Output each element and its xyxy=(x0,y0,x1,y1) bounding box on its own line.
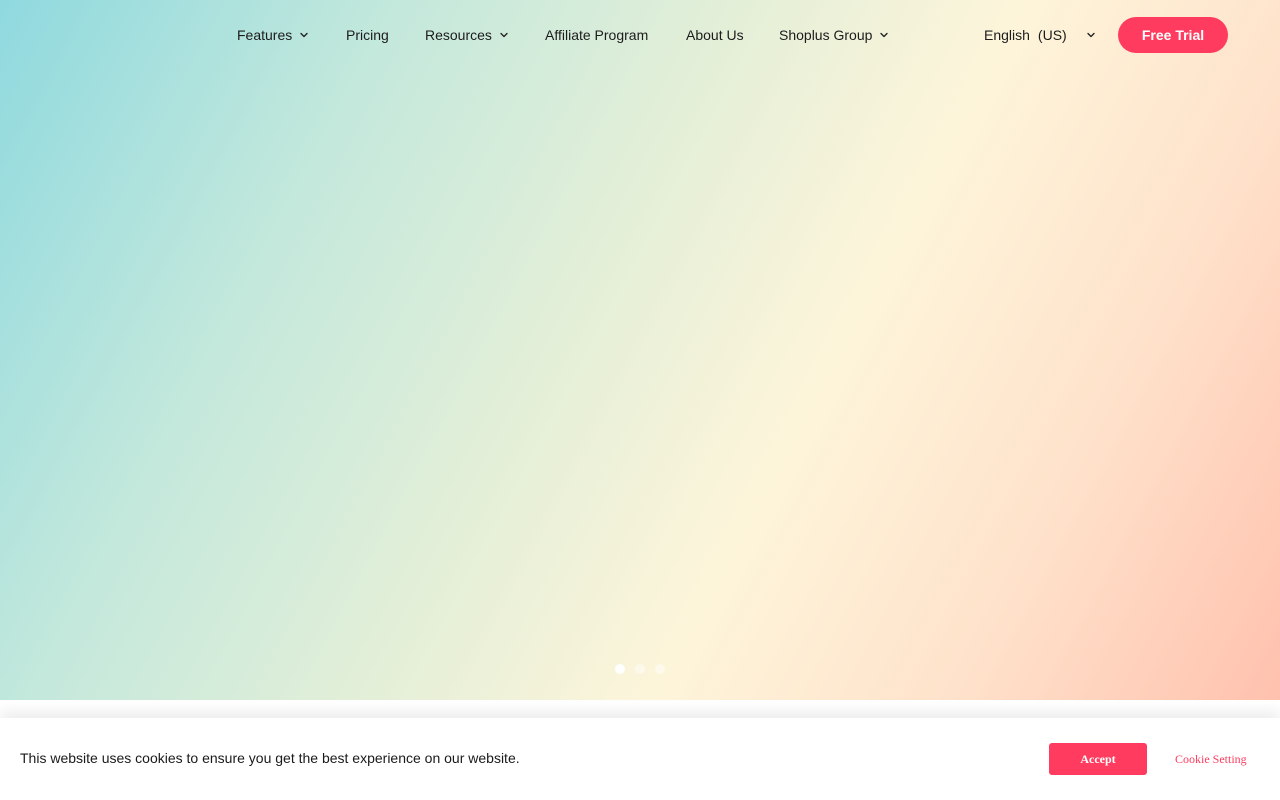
hero-banner: Features Pricing Resources Affiliate Pro… xyxy=(0,0,1280,700)
chevron-down-icon xyxy=(498,29,510,41)
nav-item-label: About Us xyxy=(686,27,744,43)
top-navigation: Features Pricing Resources Affiliate Pro… xyxy=(0,0,1280,70)
chevron-down-icon xyxy=(1085,29,1097,41)
chevron-down-icon xyxy=(878,29,890,41)
nav-item-features[interactable]: Features xyxy=(237,24,310,46)
cookie-message: This website uses cookies to ensure you … xyxy=(20,750,520,766)
nav-item-resources[interactable]: Resources xyxy=(425,24,510,46)
cookie-setting-link[interactable]: Cookie Setting xyxy=(1175,752,1247,767)
carousel-dot[interactable] xyxy=(655,664,665,674)
nav-item-about-us[interactable]: About Us xyxy=(686,24,744,46)
cookie-banner: This website uses cookies to ensure you … xyxy=(0,718,1280,800)
chevron-down-icon xyxy=(298,29,310,41)
nav-item-label: Pricing xyxy=(346,27,389,43)
language-label: English xyxy=(984,27,1030,43)
free-trial-button[interactable]: Free Trial xyxy=(1118,17,1228,53)
nav-item-shoplus-group[interactable]: Shoplus Group xyxy=(779,24,890,46)
language-selector[interactable]: English (US) xyxy=(984,24,1097,46)
nav-item-pricing[interactable]: Pricing xyxy=(346,24,389,46)
nav-item-label: Shoplus Group xyxy=(779,27,873,43)
nav-item-affiliate-program[interactable]: Affiliate Program xyxy=(545,24,648,46)
carousel-pagination xyxy=(615,664,665,674)
nav-item-label: Resources xyxy=(425,27,492,43)
language-region: (US) xyxy=(1037,27,1067,43)
nav-item-label: Features xyxy=(237,27,293,43)
carousel-dot[interactable] xyxy=(615,664,625,674)
accept-cookies-button[interactable]: Accept xyxy=(1049,743,1147,775)
carousel-dot[interactable] xyxy=(635,664,645,674)
nav-item-label: Affiliate Program xyxy=(545,27,649,43)
